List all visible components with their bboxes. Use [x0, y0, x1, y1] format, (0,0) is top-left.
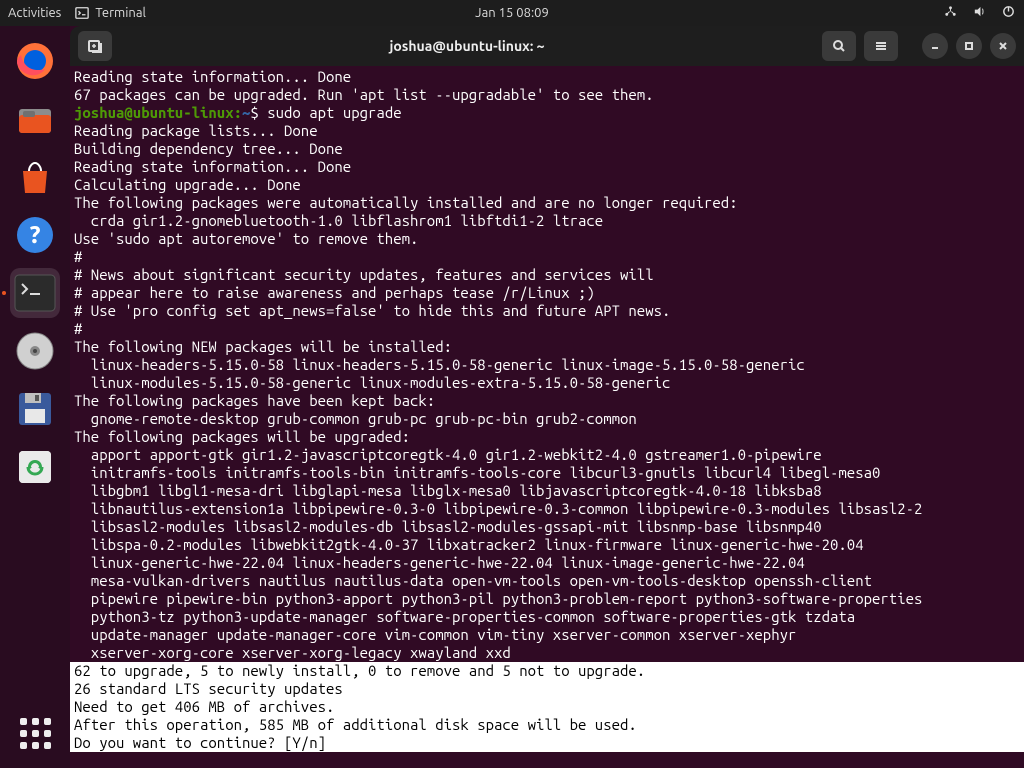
term-line: pipewire pipewire-bin python3-apport pyt…: [74, 590, 922, 607]
prompt-user: joshua@ubuntu-linux: [74, 104, 234, 121]
gnome-topbar: Activities Terminal Jan 15 08:09: [0, 0, 1024, 26]
hamburger-icon: [873, 38, 889, 54]
term-line: linux-headers-5.15.0-58 linux-headers-5.…: [74, 356, 805, 373]
term-highlight-line: 62 to upgrade, 5 to newly install, 0 to …: [70, 662, 1024, 680]
close-button[interactable]: [990, 33, 1016, 59]
term-line: 67 packages can be upgraded. Run 'apt li…: [74, 86, 654, 103]
minimize-button[interactable]: [922, 33, 948, 59]
menu-button[interactable]: [864, 31, 898, 61]
term-line: # appear here to raise awareness and per…: [74, 284, 595, 301]
dock-files[interactable]: [10, 94, 60, 144]
window-title: joshua@ubuntu-linux: ~: [120, 38, 814, 54]
minimize-icon: [930, 41, 940, 51]
floppy-icon: [15, 389, 55, 429]
term-line: gnome-remote-desktop grub-common grub-pc…: [74, 410, 637, 427]
maximize-button[interactable]: [956, 33, 982, 59]
search-icon: [831, 38, 847, 54]
term-line: Reading package lists... Done: [74, 122, 318, 139]
term-line: libgbm1 libgl1-mesa-dri libglapi-mesa li…: [74, 482, 822, 499]
clock[interactable]: Jan 15 08:09: [475, 6, 549, 20]
term-line: The following packages have been kept ba…: [74, 392, 435, 409]
term-line: #: [74, 248, 82, 265]
dock-disc[interactable]: [10, 326, 60, 376]
term-line: libspa-0.2-modules libwebkit2gtk-4.0-37 …: [74, 536, 864, 553]
terminal-icon: [75, 6, 89, 20]
term-line: # News about significant security update…: [74, 266, 654, 283]
volume-indicator[interactable]: [972, 4, 987, 22]
maximize-icon: [964, 41, 974, 51]
term-line: # Use 'pro config set apt_news=false' to…: [74, 302, 670, 319]
folder-icon: [15, 99, 55, 139]
term-line: xserver-xorg-core xserver-xorg-legacy xw…: [74, 644, 511, 661]
term-line: Building dependency tree... Done: [74, 140, 343, 157]
current-app-label: Terminal: [95, 6, 146, 20]
term-line: libnautilus-extension1a libpipewire-0.3-…: [74, 500, 922, 517]
show-applications-button[interactable]: [10, 708, 60, 758]
term-line: initramfs-tools initramfs-tools-bin init…: [74, 464, 880, 481]
term-line: crda gir1.2-gnomebluetooth-1.0 libflashr…: [74, 212, 603, 229]
term-line: Reading state information... Done: [74, 68, 351, 85]
close-icon: [998, 41, 1008, 51]
dock-save[interactable]: [10, 384, 60, 434]
search-button[interactable]: [822, 31, 856, 61]
term-prompt-continue: Do you want to continue? [Y/n]: [70, 734, 1024, 752]
term-highlight-line: After this operation, 585 MB of addition…: [70, 716, 1024, 734]
terminal-app-icon: [14, 274, 56, 312]
terminal-window: joshua@ubuntu-linux: ~ Reading state inf…: [70, 26, 1024, 768]
terminal-output[interactable]: Reading state information... Done 67 pac…: [70, 66, 1024, 768]
term-line: #: [74, 320, 82, 337]
current-app-indicator[interactable]: Terminal: [75, 6, 146, 20]
term-line: Use 'sudo apt autoremove' to remove them…: [74, 230, 418, 247]
prompt-command: sudo apt upgrade: [267, 104, 401, 121]
term-line: libsasl2-modules libsasl2-modules-db lib…: [74, 518, 822, 535]
dock-trash[interactable]: [10, 442, 60, 492]
svg-text:?: ?: [28, 221, 41, 248]
network-indicator[interactable]: [943, 4, 958, 22]
term-line: The following packages were automaticall…: [74, 194, 738, 211]
term-line: mesa-vulkan-drivers nautilus nautilus-da…: [74, 572, 872, 589]
new-tab-button[interactable]: [78, 31, 112, 61]
dock-software[interactable]: [10, 152, 60, 202]
titlebar: joshua@ubuntu-linux: ~: [70, 26, 1024, 66]
term-highlight-line: 26 standard LTS security updates: [70, 680, 1024, 698]
term-line: update-manager update-manager-core vim-c…: [74, 626, 796, 643]
ubuntu-dock: ?: [0, 26, 70, 768]
activities-button[interactable]: Activities: [8, 6, 61, 20]
power-indicator[interactable]: [1001, 4, 1016, 22]
term-line: linux-generic-hwe-22.04 linux-headers-ge…: [74, 554, 805, 571]
help-icon: ?: [15, 215, 55, 255]
disc-icon: [15, 331, 55, 371]
term-line: Reading state information... Done: [74, 158, 351, 175]
term-line: linux-modules-5.15.0-58-generic linux-mo…: [74, 374, 670, 391]
term-line: Calculating upgrade... Done: [74, 176, 301, 193]
dock-help[interactable]: ?: [10, 210, 60, 260]
apps-grid-icon: [20, 718, 51, 749]
term-line: The following packages will be upgraded:: [74, 428, 410, 445]
dock-terminal[interactable]: [10, 268, 60, 318]
dock-firefox[interactable]: [10, 36, 60, 86]
new-tab-icon: [87, 38, 103, 54]
firefox-icon: [15, 41, 55, 81]
shopping-bag-icon: [15, 157, 55, 197]
term-highlight-line: Need to get 406 MB of archives.: [70, 698, 1024, 716]
term-line: The following NEW packages will be insta…: [74, 338, 452, 355]
term-line: apport apport-gtk gir1.2-javascriptcoreg…: [74, 446, 822, 463]
term-line: python3-tz python3-update-manager softwa…: [74, 608, 855, 625]
